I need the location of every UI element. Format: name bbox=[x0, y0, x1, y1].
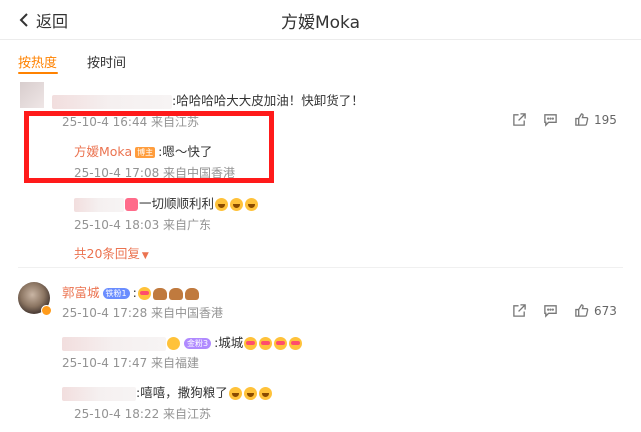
share-icon bbox=[513, 304, 526, 317]
heart-eyes-emoji-icon bbox=[274, 337, 288, 350]
grin-emoji-icon bbox=[258, 387, 272, 400]
username-redacted bbox=[52, 94, 172, 109]
grin-emoji-icon bbox=[228, 387, 242, 400]
like-button[interactable]: 195 bbox=[574, 112, 617, 127]
reply-text: 一切顺顺利利 bbox=[139, 196, 215, 211]
comment-body: 郭富城 铁粉1: bbox=[62, 282, 200, 301]
highlight-box bbox=[24, 111, 274, 183]
reply-body: :嘻嘻，撒狗粮了 bbox=[62, 382, 273, 401]
like-count: 673 bbox=[594, 303, 617, 318]
reply-button[interactable] bbox=[543, 303, 558, 318]
thumbs-up-icon bbox=[575, 304, 589, 317]
share-button[interactable] bbox=[512, 112, 527, 127]
colon-text: : bbox=[132, 285, 137, 300]
reply-text: :城城 bbox=[214, 335, 244, 350]
comment-actions: 673 bbox=[512, 303, 617, 318]
sort-tabs: 按热度 按时间 bbox=[18, 52, 126, 71]
like-button[interactable]: 673 bbox=[574, 303, 617, 318]
heart-eyes-emoji-icon bbox=[137, 287, 151, 300]
username-redacted bbox=[62, 336, 166, 351]
reply-meta: 25-10-4 17:47 来自福建 bbox=[62, 354, 199, 371]
crying-laugh-emoji-icon bbox=[245, 198, 259, 211]
comment-icon bbox=[544, 305, 557, 318]
share-icon bbox=[513, 113, 526, 126]
comment-meta: 25-10-4 17:28 来自中国香港 bbox=[62, 306, 224, 320]
crying-laugh-emoji-icon bbox=[215, 198, 229, 211]
share-button[interactable] bbox=[512, 303, 527, 318]
reply-meta: 25-10-4 18:03 来自广东 bbox=[74, 218, 212, 232]
heart-eyes-emoji-icon bbox=[289, 337, 303, 350]
active-tab-indicator bbox=[18, 72, 58, 74]
comment-text: :哈哈哈哈大大皮加油！快卸货了！ bbox=[172, 93, 364, 108]
fan-badge-icon bbox=[125, 198, 138, 211]
reply-meta-place: 7 来自福建 bbox=[139, 356, 200, 370]
heart-eyes-emoji-icon bbox=[259, 337, 273, 350]
username-redacted bbox=[62, 386, 136, 401]
reply-meta-date: 25-10-4 17:4 bbox=[62, 356, 140, 370]
grin-emoji-icon bbox=[243, 387, 257, 400]
verified-icon bbox=[41, 305, 52, 316]
avatar[interactable] bbox=[20, 82, 44, 108]
muscle-emoji-icon bbox=[168, 287, 183, 300]
tab-by-hot[interactable]: 按热度 bbox=[18, 52, 57, 71]
thumbs-up-icon bbox=[575, 113, 589, 126]
muscle-emoji-icon bbox=[152, 287, 167, 300]
top-bar: 返回 方嫒Moka bbox=[0, 0, 641, 40]
fan-level-badge: 铁粉1 bbox=[102, 288, 130, 299]
expand-label: 共20条回复 bbox=[74, 246, 140, 261]
caret-down-icon: ▼ bbox=[141, 251, 149, 261]
comment-body: :哈哈哈哈大大皮加油！快卸货了！ bbox=[52, 90, 364, 109]
comment-author[interactable]: 郭富城 bbox=[62, 285, 100, 300]
heart-eyes-emoji-icon bbox=[244, 337, 258, 350]
reply-button[interactable] bbox=[543, 112, 558, 127]
expand-replies-link[interactable]: 共20条回复 ▼ bbox=[74, 243, 149, 262]
muscle-emoji-icon bbox=[184, 287, 199, 300]
username-redacted bbox=[74, 197, 124, 212]
divider bbox=[18, 267, 623, 268]
tab-by-time[interactable]: 按时间 bbox=[87, 52, 126, 71]
page-title: 方嫒Moka bbox=[280, 13, 361, 33]
like-count: 195 bbox=[594, 112, 617, 127]
fan-level-badge: 金粉3 bbox=[184, 338, 212, 349]
reply-text: :嘻嘻，撒狗粮了 bbox=[136, 385, 228, 400]
reply-body: 一切顺顺利利 bbox=[74, 193, 259, 212]
reply-body: 金粉3:城城 bbox=[62, 332, 303, 351]
comment-actions: 195 bbox=[512, 112, 617, 127]
comment-icon bbox=[544, 114, 557, 127]
crying-laugh-emoji-icon bbox=[230, 198, 244, 211]
reply-meta: 25-10-4 18:22 来自江苏 bbox=[74, 407, 212, 421]
fan-badge-icon bbox=[167, 337, 180, 350]
